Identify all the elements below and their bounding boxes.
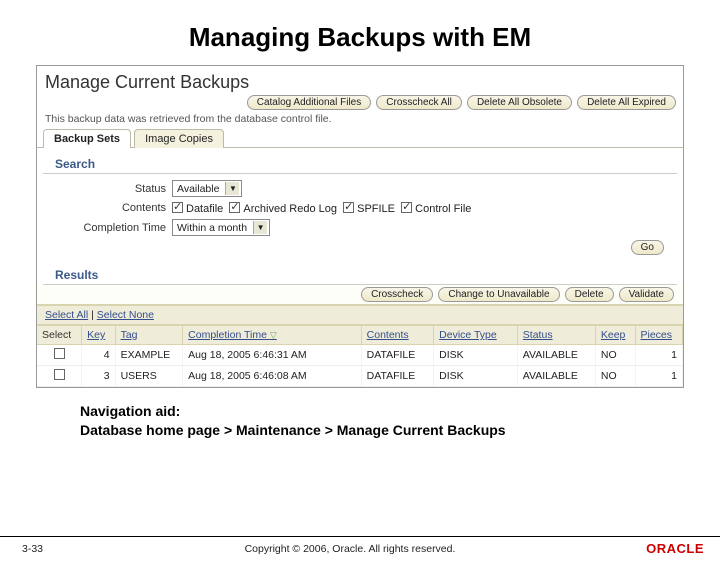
catalog-additional-files-button[interactable]: Catalog Additional Files bbox=[247, 95, 372, 110]
tab-backup-sets[interactable]: Backup Sets bbox=[43, 129, 131, 148]
table-row: 3 USERS Aug 18, 2005 6:46:08 AM DATAFILE… bbox=[37, 366, 683, 387]
info-line: This backup data was retrieved from the … bbox=[37, 112, 683, 128]
col-select: Select bbox=[37, 326, 82, 345]
cell-device: DISK bbox=[434, 366, 518, 387]
cell-pieces: 1 bbox=[635, 366, 683, 387]
slide-title: Managing Backups with EM bbox=[0, 22, 720, 53]
navigation-note: Navigation aid: Database home page > Mai… bbox=[80, 402, 660, 440]
col-device-type[interactable]: Device Type bbox=[434, 326, 518, 345]
completion-time-select-value: Within a month bbox=[177, 222, 247, 234]
delete-button[interactable]: Delete bbox=[565, 287, 614, 302]
col-pieces[interactable]: Pieces bbox=[635, 326, 683, 345]
validate-button[interactable]: Validate bbox=[619, 287, 674, 302]
cell-device: DISK bbox=[434, 345, 518, 366]
control-file-checkbox-label: Control File bbox=[415, 203, 471, 215]
change-to-unavailable-button[interactable]: Change to Unavailable bbox=[438, 287, 559, 302]
col-key[interactable]: Key bbox=[82, 326, 115, 345]
delete-all-expired-button[interactable]: Delete All Expired bbox=[577, 95, 676, 110]
copyright: Copyright © 2006, Oracle. All rights res… bbox=[70, 543, 630, 555]
results-header: Results bbox=[43, 263, 677, 285]
select-separator: | bbox=[88, 309, 97, 321]
tab-image-copies[interactable]: Image Copies bbox=[134, 129, 224, 148]
datafile-checkbox[interactable] bbox=[172, 202, 183, 213]
col-contents[interactable]: Contents bbox=[361, 326, 434, 345]
col-status[interactable]: Status bbox=[517, 326, 595, 345]
chevron-down-icon: ▼ bbox=[225, 182, 239, 195]
page-number: 3-33 bbox=[0, 543, 70, 555]
col-tag[interactable]: Tag bbox=[115, 326, 183, 345]
select-row: Select All | Select None bbox=[37, 305, 683, 325]
page-heading: Manage Current Backups bbox=[37, 66, 683, 95]
table-row: 4 EXAMPLE Aug 18, 2005 6:46:31 AM DATAFI… bbox=[37, 345, 683, 366]
results-table: Select Key Tag Completion Time ▽ Content… bbox=[37, 325, 683, 387]
cell-key: 4 bbox=[82, 345, 115, 366]
col-completion-time[interactable]: Completion Time ▽ bbox=[183, 326, 361, 345]
col-keep[interactable]: Keep bbox=[595, 326, 635, 345]
tab-bar: Backup Sets Image Copies bbox=[37, 128, 683, 148]
cell-tag: EXAMPLE bbox=[115, 345, 183, 366]
archived-redo-log-checkbox[interactable] bbox=[229, 202, 240, 213]
crosscheck-button[interactable]: Crosscheck bbox=[361, 287, 433, 302]
spfile-checkbox[interactable] bbox=[343, 202, 354, 213]
sort-desc-icon: ▽ bbox=[270, 330, 277, 340]
control-file-checkbox[interactable] bbox=[401, 202, 412, 213]
completion-time-select[interactable]: Within a month ▼ bbox=[172, 219, 270, 236]
nav-note-label: Navigation aid: bbox=[80, 403, 180, 419]
select-all-link[interactable]: Select All bbox=[45, 309, 88, 321]
status-label: Status bbox=[77, 183, 172, 195]
nav-note-path: Database home page > Maintenance > Manag… bbox=[80, 422, 506, 438]
cell-keep: NO bbox=[595, 345, 635, 366]
archived-redo-log-checkbox-label: Archived Redo Log bbox=[243, 203, 337, 215]
slide-footer: 3-33 Copyright © 2006, Oracle. All right… bbox=[0, 536, 720, 556]
search-header: Search bbox=[43, 152, 677, 174]
cell-key: 3 bbox=[82, 366, 115, 387]
go-button[interactable]: Go bbox=[631, 240, 664, 255]
crosscheck-all-button[interactable]: Crosscheck All bbox=[376, 95, 462, 110]
cell-keep: NO bbox=[595, 366, 635, 387]
cell-pieces: 1 bbox=[635, 345, 683, 366]
row-select-checkbox[interactable] bbox=[54, 369, 65, 380]
cell-completion: Aug 18, 2005 6:46:08 AM bbox=[183, 366, 361, 387]
status-select[interactable]: Available ▼ bbox=[172, 180, 242, 197]
cell-status: AVAILABLE bbox=[517, 345, 595, 366]
contents-label: Contents bbox=[77, 202, 172, 214]
cell-contents: DATAFILE bbox=[361, 345, 434, 366]
cell-completion: Aug 18, 2005 6:46:31 AM bbox=[183, 345, 361, 366]
chevron-down-icon: ▼ bbox=[253, 221, 267, 234]
cell-tag: USERS bbox=[115, 366, 183, 387]
spfile-checkbox-label: SPFILE bbox=[357, 203, 395, 215]
row-select-checkbox[interactable] bbox=[54, 348, 65, 359]
cell-status: AVAILABLE bbox=[517, 366, 595, 387]
results-button-bar: Crosscheck Change to Unavailable Delete … bbox=[37, 285, 683, 305]
datafile-checkbox-label: Datafile bbox=[186, 203, 223, 215]
select-none-link[interactable]: Select None bbox=[97, 309, 154, 321]
top-button-bar: Catalog Additional Files Crosscheck All … bbox=[37, 95, 683, 112]
completion-time-label: Completion Time bbox=[77, 222, 172, 234]
search-form: Status Available ▼ Contents Datafile Arc… bbox=[37, 174, 683, 238]
status-select-value: Available bbox=[177, 183, 219, 195]
em-screenshot: Manage Current Backups Catalog Additiona… bbox=[36, 65, 684, 388]
cell-contents: DATAFILE bbox=[361, 366, 434, 387]
delete-all-obsolete-button[interactable]: Delete All Obsolete bbox=[467, 95, 572, 110]
oracle-logo: ORACLE bbox=[630, 541, 720, 556]
